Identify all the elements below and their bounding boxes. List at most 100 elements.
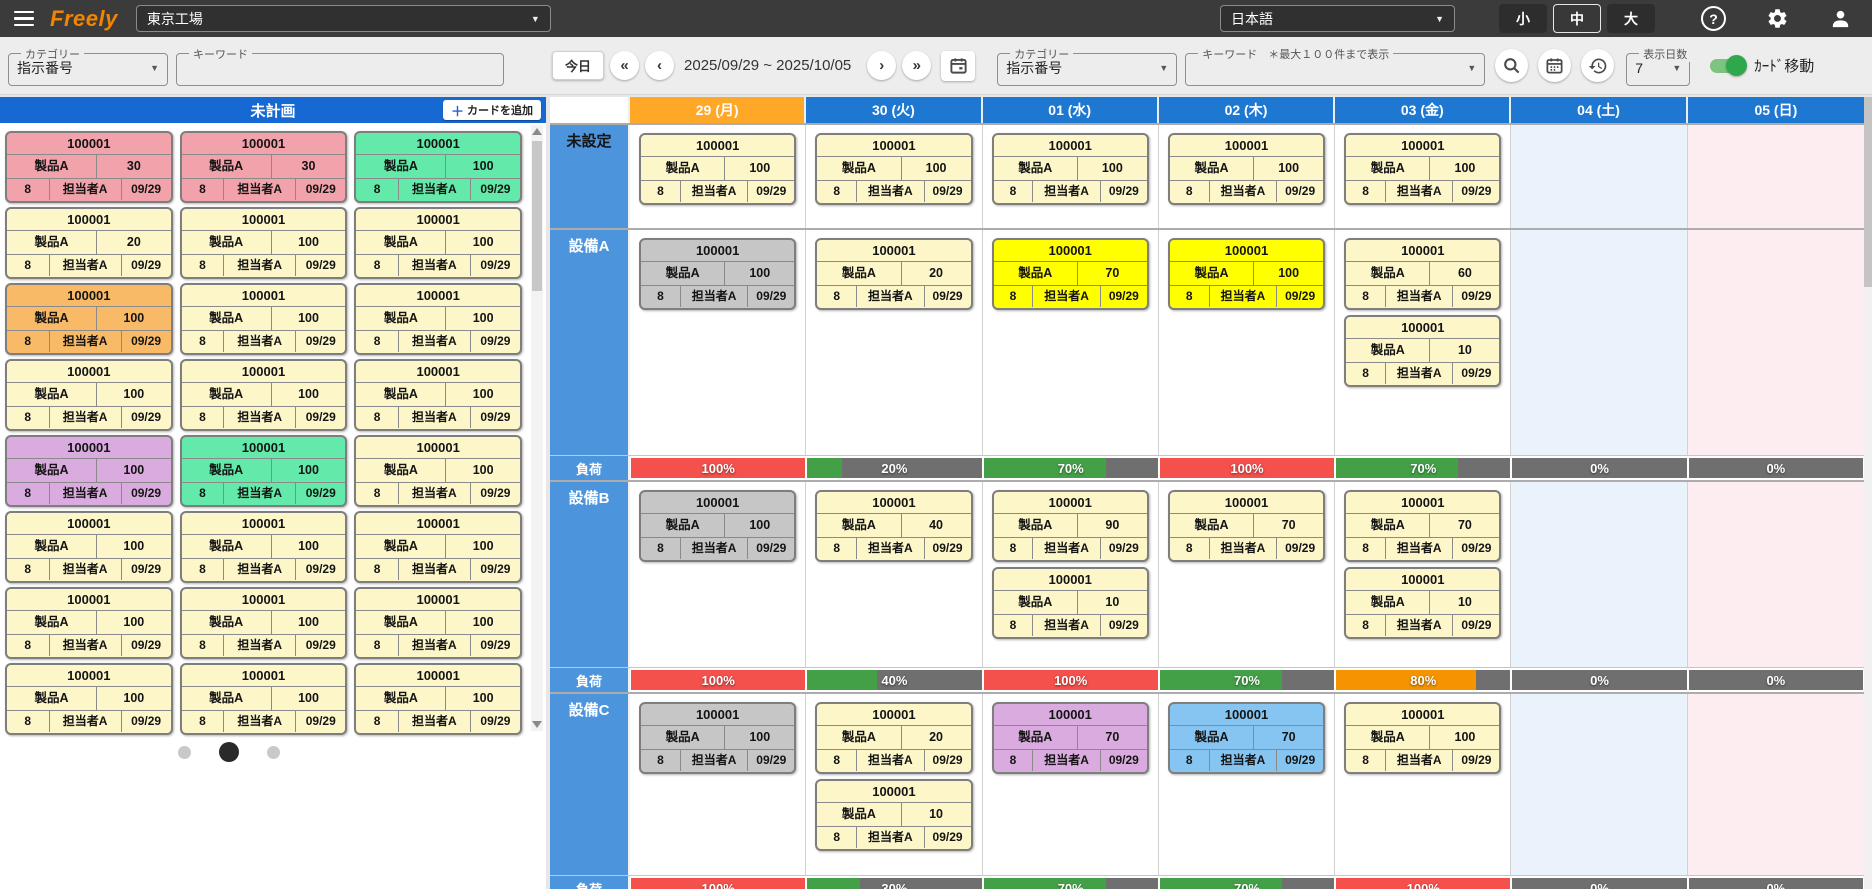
scroll-down-icon[interactable]	[532, 721, 542, 728]
schedule-cell[interactable]: 100001製品A408担当者A09/29	[806, 482, 982, 667]
schedule-cell[interactable]	[1688, 230, 1864, 455]
schedule-card[interactable]: 100001製品A1008担当者A09/29	[180, 207, 348, 279]
schedule-cell[interactable]: 100001製品A1008担当者A09/29	[1335, 694, 1511, 875]
schedule-cell[interactable]	[1511, 694, 1687, 875]
schedule-card[interactable]: 100001製品A1008担当者A09/29	[180, 587, 348, 659]
schedule-card[interactable]: 100001製品A1008担当者A09/29	[5, 511, 173, 583]
schedule-card[interactable]: 100001製品A1008担当者A09/29	[354, 131, 522, 203]
schedule-card[interactable]: 100001製品A208担当者A09/29	[815, 238, 972, 310]
schedule-card[interactable]: 100001製品A1008担当者A09/29	[5, 283, 173, 355]
fast-backward-button[interactable]: «	[610, 51, 639, 80]
factory-select[interactable]: 東京工場 ▼	[136, 5, 551, 32]
schedule-card[interactable]: 100001製品A208担当者A09/29	[5, 207, 173, 279]
schedule-cell[interactable]: 100001製品A708担当者A09/29	[983, 230, 1159, 455]
schedule-cell[interactable]: 100001製品A708担当者A09/29	[1159, 694, 1335, 875]
schedule-card[interactable]: 100001製品A1008担当者A09/29	[1344, 702, 1501, 774]
schedule-card[interactable]: 100001製品A708担当者A09/29	[1168, 702, 1325, 774]
schedule-card[interactable]: 100001製品A1008担当者A09/29	[639, 702, 796, 774]
category-select[interactable]: カテゴリー 指示番号 ▼	[8, 46, 168, 86]
schedule-card[interactable]: 100001製品A1008担当者A09/29	[354, 207, 522, 279]
pagination-dot[interactable]	[219, 742, 239, 762]
schedule-card[interactable]: 100001製品A1008担当者A09/29	[1168, 238, 1325, 310]
schedule-cell[interactable]: 100001製品A1008担当者A09/29	[630, 482, 806, 667]
schedule-card[interactable]: 100001製品A1008担当者A09/29	[815, 133, 972, 205]
schedule-cell[interactable]: 100001製品A908担当者A09/29100001製品A108担当者A09/…	[983, 482, 1159, 667]
help-icon[interactable]: ?	[1701, 6, 1726, 31]
schedule-card[interactable]: 100001製品A708担当者A09/29	[1168, 490, 1325, 562]
panel-scrollbar[interactable]	[531, 125, 543, 731]
schedule-card[interactable]: 100001製品A208担当者A09/29	[815, 702, 972, 774]
schedule-card[interactable]: 100001製品A1008担当者A09/29	[5, 587, 173, 659]
schedule-cell[interactable]: 100001製品A708担当者A09/29	[1159, 482, 1335, 667]
card-move-toggle[interactable]	[1710, 59, 1744, 73]
category2-select[interactable]: カテゴリー 指示番号 ▼	[997, 46, 1177, 86]
user-icon[interactable]	[1829, 7, 1852, 30]
today-button[interactable]: 今日	[552, 51, 604, 80]
schedule-cell[interactable]	[1511, 482, 1687, 667]
history-icon[interactable]	[1581, 49, 1614, 82]
font-size-button[interactable]: 大	[1607, 4, 1655, 33]
schedule-cell[interactable]: 100001製品A608担当者A09/29100001製品A108担当者A09/…	[1335, 230, 1511, 455]
schedule-card[interactable]: 100001製品A1008担当者A09/29	[354, 587, 522, 659]
schedule-cell[interactable]: 100001製品A208担当者A09/29	[806, 230, 982, 455]
schedule-card[interactable]: 100001製品A1008担当者A09/29	[1168, 133, 1325, 205]
schedule-cell[interactable]: 100001製品A1008担当者A09/29	[1335, 125, 1511, 228]
schedule-card[interactable]: 100001製品A108担当者A09/29	[1344, 567, 1501, 639]
scroll-up-icon[interactable]	[532, 128, 542, 135]
schedule-cell[interactable]: 100001製品A1008担当者A09/29	[1159, 230, 1335, 455]
schedule-card[interactable]: 100001製品A1008担当者A09/29	[180, 511, 348, 583]
schedule-card[interactable]: 100001製品A1008担当者A09/29	[992, 133, 1149, 205]
keyword2-combobox[interactable]: キーワード ＊最大１００件まで表示 ▼	[1185, 46, 1485, 86]
schedule-cell[interactable]	[1688, 482, 1864, 667]
page-scrollbar-thumb[interactable]	[1864, 97, 1872, 287]
add-card-button[interactable]: ＋ カードを追加	[443, 100, 541, 120]
schedule-card[interactable]: 100001製品A1008担当者A09/29	[639, 133, 796, 205]
calendar-picker-icon[interactable]	[1538, 49, 1571, 82]
schedule-cell[interactable]: 100001製品A1008担当者A09/29	[1159, 125, 1335, 228]
forward-button[interactable]: ›	[867, 51, 896, 80]
calendar-icon[interactable]	[941, 51, 975, 81]
schedule-cell[interactable]: 100001製品A1008担当者A09/29	[806, 125, 982, 228]
schedule-card[interactable]: 100001製品A108担当者A09/29	[815, 779, 972, 851]
schedule-cell[interactable]	[1511, 230, 1687, 455]
schedule-card[interactable]: 100001製品A1008担当者A09/29	[180, 283, 348, 355]
font-size-button[interactable]: 小	[1499, 4, 1547, 33]
schedule-card[interactable]: 100001製品A1008担当者A09/29	[5, 663, 173, 735]
pagination-dot[interactable]	[267, 746, 280, 759]
schedule-cell[interactable]: 100001製品A708担当者A09/29100001製品A108担当者A09/…	[1335, 482, 1511, 667]
schedule-card[interactable]: 100001製品A1008担当者A09/29	[354, 435, 522, 507]
schedule-card[interactable]: 100001製品A1008担当者A09/29	[354, 511, 522, 583]
menu-icon[interactable]	[14, 11, 34, 27]
schedule-card[interactable]: 100001製品A708担当者A09/29	[992, 702, 1149, 774]
backward-button[interactable]: ‹	[645, 51, 674, 80]
schedule-card[interactable]: 100001製品A1008担当者A09/29	[639, 238, 796, 310]
schedule-cell[interactable]	[1511, 125, 1687, 228]
schedule-card[interactable]: 100001製品A108担当者A09/29	[1344, 315, 1501, 387]
schedule-cell[interactable]: 100001製品A1008担当者A09/29	[630, 230, 806, 455]
schedule-card[interactable]: 100001製品A1008担当者A09/29	[354, 663, 522, 735]
schedule-card[interactable]: 100001製品A908担当者A09/29	[992, 490, 1149, 562]
schedule-card[interactable]: 100001製品A1008担当者A09/29	[5, 435, 173, 507]
schedule-card[interactable]: 100001製品A608担当者A09/29	[1344, 238, 1501, 310]
schedule-card[interactable]: 100001製品A308担当者A09/29	[180, 131, 348, 203]
schedule-card[interactable]: 100001製品A1008担当者A09/29	[180, 663, 348, 735]
schedule-card[interactable]: 100001製品A708担当者A09/29	[992, 238, 1149, 310]
schedule-card[interactable]: 100001製品A708担当者A09/29	[1344, 490, 1501, 562]
page-scrollbar[interactable]	[1864, 97, 1872, 889]
schedule-cell[interactable]: 100001製品A1008担当者A09/29	[630, 694, 806, 875]
schedule-card[interactable]: 100001製品A408担当者A09/29	[815, 490, 972, 562]
schedule-card[interactable]: 100001製品A1008担当者A09/29	[180, 359, 348, 431]
schedule-cell[interactable]	[1688, 125, 1864, 228]
keyword-input[interactable]: キーワード	[176, 46, 504, 86]
font-size-button[interactable]: 中	[1553, 4, 1601, 33]
schedule-card[interactable]: 100001製品A1008担当者A09/29	[180, 435, 348, 507]
schedule-card[interactable]: 100001製品A1008担当者A09/29	[354, 359, 522, 431]
fast-forward-button[interactable]: »	[902, 51, 931, 80]
language-select[interactable]: 日本語 ▼	[1220, 5, 1455, 32]
pagination-dot[interactable]	[178, 746, 191, 759]
schedule-card[interactable]: 100001製品A1008担当者A09/29	[5, 359, 173, 431]
scrollbar-thumb[interactable]	[532, 141, 542, 291]
schedule-cell[interactable]	[1688, 694, 1864, 875]
schedule-card[interactable]: 100001製品A308担当者A09/29	[5, 131, 173, 203]
schedule-cell[interactable]: 100001製品A1008担当者A09/29	[983, 125, 1159, 228]
